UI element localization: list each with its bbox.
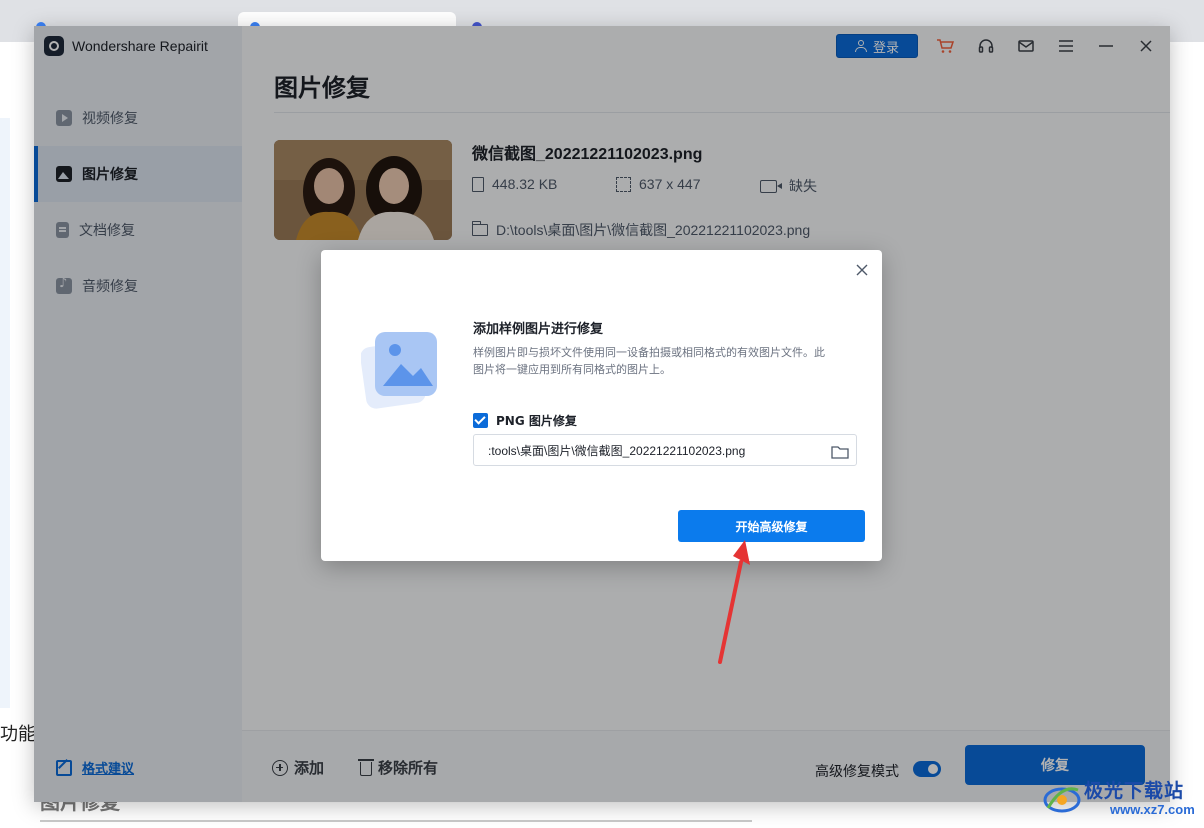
- sample-path-field[interactable]: :tools\桌面\图片\微信截图_20221221102023.png: [473, 434, 857, 466]
- png-repair-checkbox[interactable]: [473, 413, 488, 428]
- background-divider: [40, 820, 752, 822]
- png-repair-checkbox-label: PNG 图片修复: [496, 414, 577, 428]
- dialog-title: 添加样例图片进行修复: [473, 322, 604, 337]
- watermark: 极光下载站 www.xz7.com: [1040, 772, 1200, 822]
- png-repair-checkbox-row[interactable]: PNG 图片修复: [473, 412, 577, 429]
- bookmarks-bar: [0, 0, 1204, 12]
- sample-image-illustration-icon: [360, 330, 445, 414]
- watermark-text: 极光下载站: [1084, 780, 1185, 802]
- sample-repair-dialog: 添加样例图片进行修复 样例图片即与损坏文件使用同一设备拍摄或相同格式的有效图片文…: [321, 250, 882, 561]
- watermark-logo-icon: [1043, 787, 1081, 813]
- dialog-description: 样例图片即与损坏文件使用同一设备拍摄或相同格式的有效图片文件。此图片将一键应用到…: [473, 346, 825, 376]
- browse-folder-icon[interactable]: [831, 444, 849, 463]
- sample-path-value: :tools\桌面\图片\微信截图_20221221102023.png: [488, 443, 746, 458]
- watermark-url: www.xz7.com: [1110, 802, 1195, 817]
- start-advanced-repair-button[interactable]: 开始高级修复: [678, 510, 865, 542]
- background-left-strip: [0, 118, 10, 708]
- dialog-close-icon[interactable]: [852, 260, 872, 280]
